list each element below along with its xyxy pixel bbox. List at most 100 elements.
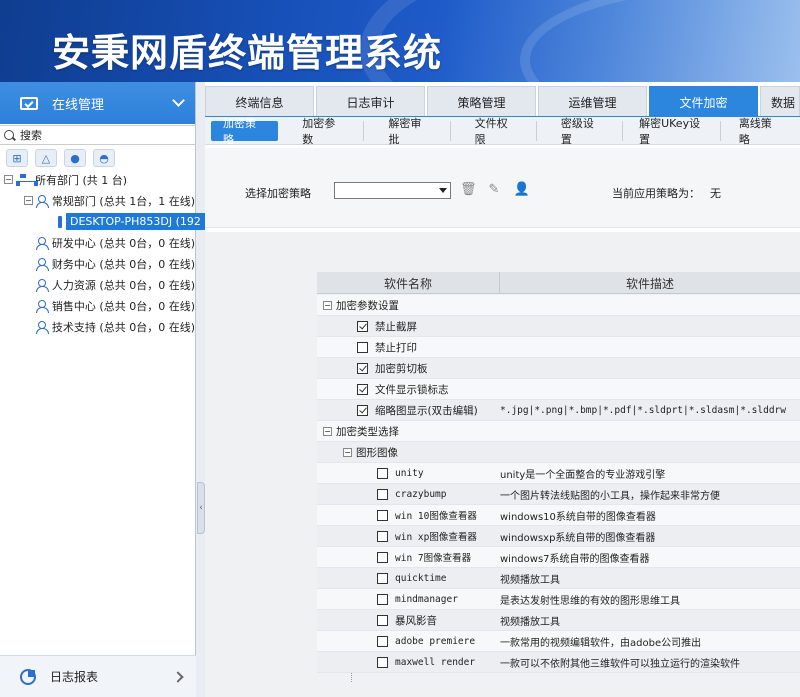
col-software-name[interactable]: 软件名称: [317, 272, 500, 294]
app-name: mindmanager: [395, 593, 458, 605]
dropdown-arrow-icon[interactable]: [439, 188, 447, 193]
app-banner: 安秉网盾终端管理系统: [0, 0, 800, 82]
param-name: 缩略图显示(双击编辑): [375, 404, 478, 417]
param-checkbox[interactable]: [357, 362, 368, 374]
collapse-toggle[interactable]: −: [323, 300, 332, 310]
app-row[interactable]: win 10图像查看器 windows10系统自带的图像查看器: [317, 505, 800, 526]
app-name: quicktime: [395, 572, 447, 584]
tree-device[interactable]: DESKTOP-PH853DJ (192: [0, 211, 205, 232]
app-checkbox[interactable]: [377, 593, 388, 605]
app-name: adobe premiere: [395, 635, 476, 647]
app-checkbox[interactable]: [377, 572, 388, 584]
tab-policy-management[interactable]: 策略管理: [427, 86, 536, 117]
tree-dept[interactable]: 技术支持 (总共 0台，0 在线): [0, 316, 195, 337]
apple-icon[interactable]: ●: [64, 149, 86, 167]
param-checkbox[interactable]: [357, 383, 368, 395]
group-row[interactable]: − 加密类型选择: [317, 421, 800, 442]
subtab-secrecy-level[interactable]: 密级设置: [543, 117, 624, 146]
tree-dept-main[interactable]: − 常规部门 (总共 1台，1 在线): [0, 190, 195, 211]
tree-device-label[interactable]: DESKTOP-PH853DJ (192: [66, 213, 205, 230]
app-row[interactable]: mindmanager 是表达发射性思维的有效的图形思维工具: [317, 589, 800, 610]
app-checkbox[interactable]: [377, 635, 388, 647]
app-checkbox[interactable]: [377, 530, 388, 542]
edit-icon[interactable]: ✎: [486, 182, 502, 198]
windows-icon[interactable]: ⊞: [6, 149, 28, 167]
subtab-file-permissions[interactable]: 文件权限: [457, 117, 537, 146]
chevron-down-icon[interactable]: [172, 94, 185, 107]
param-row[interactable]: 禁止截屏: [317, 316, 800, 337]
collapse-toggle[interactable]: −: [4, 175, 13, 184]
chevron-right-icon: [172, 670, 184, 683]
app-row[interactable]: maxwell render 一款可以不依附其他三维软件可以独立运行的渲染软件: [317, 652, 800, 673]
app-row[interactable]: unity unity是一个全面整合的专业游戏引擎: [317, 463, 800, 484]
subgroup-row[interactable]: − 图形图像: [317, 442, 800, 463]
sidebar-collapse-handle[interactable]: ‹: [197, 482, 205, 534]
tree-dept[interactable]: 人力资源 (总共 0台，0 在线): [0, 274, 195, 295]
tab-terminal-info[interactable]: 终端信息: [205, 86, 314, 117]
subtab-decrypt-approval[interactable]: 解密审批: [370, 117, 451, 146]
search-box[interactable]: 搜索: [0, 125, 195, 145]
subgroup-label: 图形图像: [356, 446, 398, 459]
current-policy: 当前应用策略为： 无: [612, 185, 721, 201]
policy-select[interactable]: [334, 182, 451, 199]
computer-icon: [58, 215, 62, 228]
col-software-desc[interactable]: 软件描述: [500, 272, 800, 294]
param-checkbox[interactable]: [357, 341, 368, 353]
app-checkbox[interactable]: [377, 551, 388, 563]
app-row[interactable]: win 7图像查看器 windows7系统自带的图像查看器: [317, 547, 800, 568]
online-management-header[interactable]: 在线管理: [0, 82, 195, 124]
param-desc: *.jpg|*.png|*.bmp|*.pdf|*.sldprt|*.sldas…: [500, 404, 786, 416]
param-row[interactable]: 文件显示锁标志: [317, 379, 800, 400]
log-report-nav[interactable]: 日志报表: [0, 655, 196, 697]
users-icon: [36, 320, 49, 334]
app-row[interactable]: adobe premiere 一款常用的视频编辑软件，由adobe公司推出: [317, 631, 800, 652]
app-row[interactable]: crazybump 一个图片转法线贴图的小工具，操作起来非常方便: [317, 484, 800, 505]
collapse-toggle[interactable]: −: [24, 196, 33, 205]
pie-chart-icon: [20, 668, 36, 685]
app-row[interactable]: quicktime 视频播放工具: [317, 568, 800, 589]
group-row[interactable]: − 加密参数设置: [317, 295, 800, 316]
users-icon: [35, 194, 49, 208]
param-checkbox[interactable]: [357, 404, 368, 416]
current-policy-label: 当前应用策略为：: [612, 187, 700, 200]
policy-selector-bar: 选择加密策略 🗑 ✎ 👤 当前应用策略为： 无: [205, 148, 800, 228]
tree-root[interactable]: − 所有部门 (共 1 台): [0, 169, 195, 190]
app-checkbox[interactable]: [377, 488, 388, 500]
subtab-encryption-params[interactable]: 加密参数: [284, 117, 365, 146]
param-row[interactable]: 加密剪切板: [317, 358, 800, 379]
app-name: win 10图像查看器: [395, 511, 477, 522]
delete-icon[interactable]: 🗑: [460, 182, 477, 198]
collapse-toggle[interactable]: −: [323, 426, 332, 436]
tree-dept[interactable]: 研发中心 (总共 0台，0 在线): [0, 232, 195, 253]
tree-dept[interactable]: 财务中心 (总共 0台，0 在线): [0, 253, 195, 274]
subtab-ukey-settings[interactable]: 解密UKey设置: [629, 117, 721, 146]
param-checkbox[interactable]: [357, 320, 368, 332]
app-checkbox[interactable]: [377, 509, 388, 521]
subtab-offline-policy[interactable]: 离线策略: [727, 117, 794, 146]
tab-operations[interactable]: 运维管理: [538, 86, 647, 117]
linux-icon[interactable]: △: [35, 149, 57, 167]
tab-log-audit[interactable]: 日志审计: [316, 86, 425, 117]
app-name: unity: [395, 467, 424, 479]
app-desc: 是表达发射性思维的有效的图形思维工具: [500, 595, 680, 607]
tab-data[interactable]: 数据: [760, 86, 800, 117]
subtab-encryption-policy[interactable]: 加密策略: [211, 117, 279, 146]
param-row[interactable]: 缩略图显示(双击编辑) *.jpg|*.png|*.bmp|*.pdf|*.sl…: [317, 400, 800, 421]
sidebar: 在线管理 搜索 ⊞ △ ● ◓ − 所有部门 (共 1 台) − 常规部门 (总…: [0, 82, 205, 697]
app-checkbox[interactable]: [377, 656, 388, 668]
log-report-label: 日志报表: [50, 670, 99, 684]
collapse-toggle[interactable]: −: [343, 447, 352, 457]
app-checkbox[interactable]: [377, 614, 388, 626]
app-checkbox[interactable]: [377, 467, 388, 479]
param-name: 加密剪切板: [375, 362, 428, 375]
android-icon[interactable]: ◓: [93, 149, 115, 167]
app-row[interactable]: 暴风影音 视频播放工具: [317, 610, 800, 631]
param-row[interactable]: 禁止打印: [317, 337, 800, 358]
app-row[interactable]: win xp图像查看器 windowsxp系统自带的图像查看器: [317, 526, 800, 547]
tree-dept[interactable]: 销售中心 (总共 0台，0 在线): [0, 295, 195, 316]
user-list-icon[interactable]: 👤: [512, 182, 532, 198]
app-name: win 7图像查看器: [395, 553, 472, 564]
tree-dept-label: 人力资源 (总共 0台，0 在线): [51, 278, 195, 292]
tab-file-encryption[interactable]: 文件加密: [649, 86, 758, 117]
param-name: 文件显示锁标志: [375, 383, 449, 396]
